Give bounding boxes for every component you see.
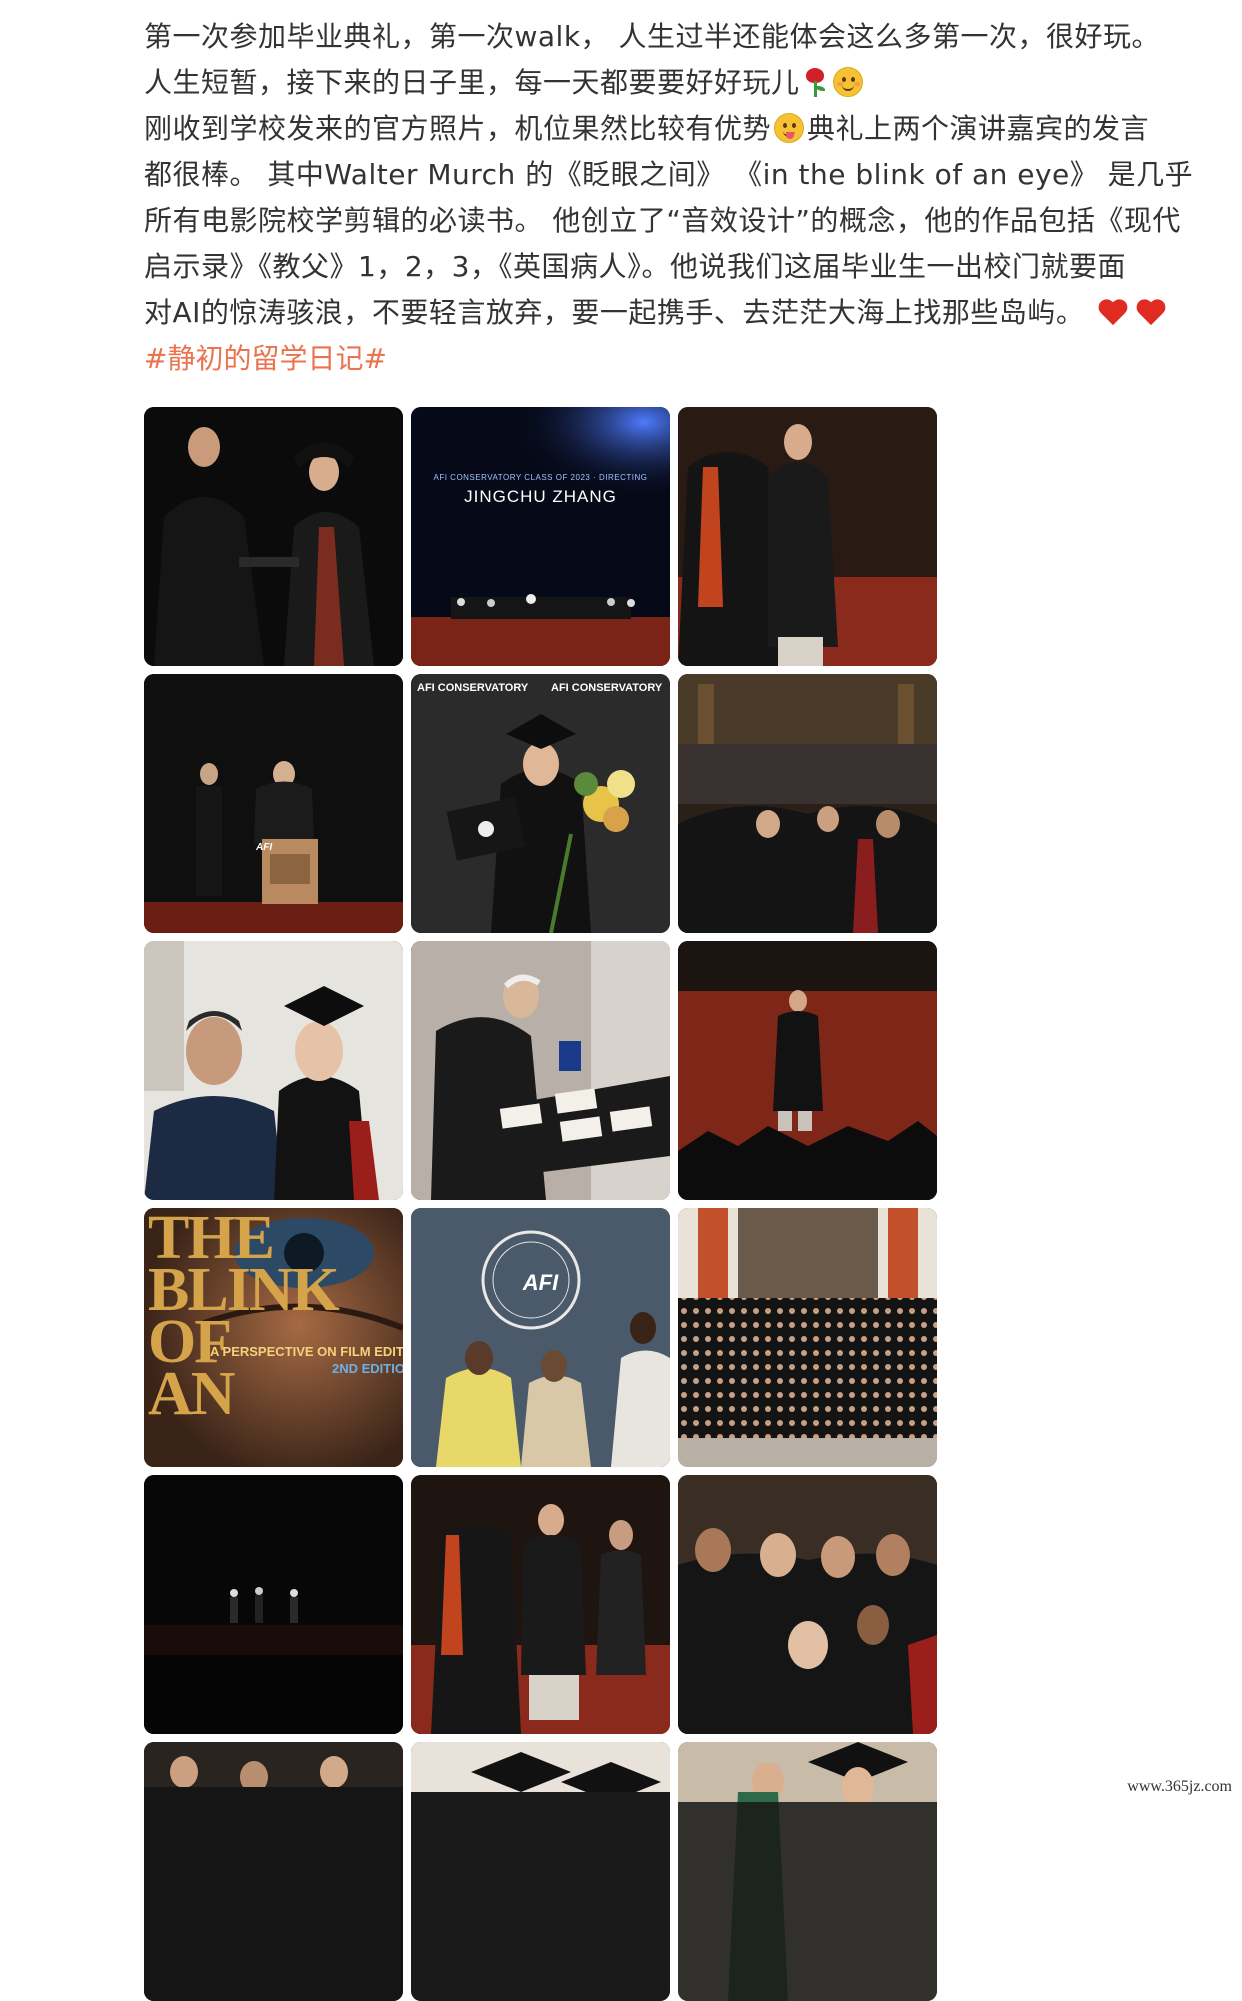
photo-hooding[interactable] [678, 407, 937, 666]
post-line-2-text: 人生短暂，接下来的日子里，每一天都要要好好玩儿 [144, 66, 800, 99]
photo-name-on-screen[interactable]: AFI CONSERVATORY CLASS OF 2023 · DIRECTI… [411, 407, 670, 666]
photo-caps-outdoor[interactable] [678, 1742, 937, 2001]
weibo-post: 第一次参加毕业典礼，第一次walk， 人生过半还能体会这么多第一次，很好玩。 人… [144, 14, 1204, 382]
photo-walking-carpet[interactable] [678, 941, 937, 1200]
photo-selfie-with-guest[interactable] [144, 941, 403, 1200]
post-line-6: 启示录》《教父》1，2，3，《英国病人》。他说我们这届毕业生一出校门就要面 [144, 250, 1126, 283]
smiling-face-emoji-icon [832, 67, 863, 97]
photo-signing-table[interactable] [411, 941, 670, 1200]
podium-afi-logo: AFI [256, 842, 273, 853]
backdrop-label-2: AFI CONSERVATORY [551, 682, 663, 694]
post-line-1: 第一次参加毕业典礼，第一次walk， 人生过半还能体会这么多第一次，很好玩。 [144, 20, 1160, 53]
book-title: THE BLINK OF AN [148, 1208, 340, 1428]
photo-hooding-stage[interactable] [411, 1475, 670, 1734]
tongue-face-emoji-icon [774, 113, 805, 143]
photo-classmates-group[interactable] [678, 1475, 937, 1734]
photo-afi-seal-friends[interactable]: AFI [411, 1208, 670, 1467]
post-line-5: 所有电影院校学剪辑的必读书。 他创立了“音效设计”的概念，他的作品包括《现代 [144, 204, 1181, 237]
post-line-3a-text: 刚收到学校发来的官方照片，机位果然比较有优势 [144, 112, 772, 145]
photo-dark-stage[interactable] [144, 1475, 403, 1734]
screen-subtitle: AFI CONSERVATORY CLASS OF 2023 · DIRECTI… [433, 473, 648, 482]
heart-emoji-icon [1135, 297, 1167, 327]
book-edition: 2ND EDITION [332, 1361, 403, 1376]
post-line-4: 都很棒。 其中Walter Murch 的《眨眼之间》 《in the blin… [144, 158, 1194, 191]
photo-grid: AFI CONSERVATORY CLASS OF 2023 · DIRECTI… [144, 407, 949, 2001]
post-line-7: 对AI的惊涛骇浪，不要轻言放弃，要一起携手、去茫茫大海上找那些岛屿。 [144, 290, 1204, 336]
hashtag-link[interactable]: #静初的留学日记# [144, 336, 1204, 382]
post-line-3: 刚收到学校发来的官方照片，机位果然比较有优势 典礼上两个演讲嘉宾的发言 [144, 106, 1204, 152]
photo-class-group[interactable] [678, 1208, 937, 1467]
photo-backdrop-flowers[interactable]: AFI CONSERVATORY AFI CONSERVATORY [411, 674, 670, 933]
post-line-7-text: 对AI的惊涛骇浪，不要轻言放弃，要一起携手、去茫茫大海上找那些岛屿。 [144, 296, 1085, 329]
afi-seal-logo: AFI [522, 1270, 559, 1295]
photo-caps-crowd[interactable] [411, 1742, 670, 2001]
photo-audience-gowns[interactable] [678, 674, 937, 933]
heart-emoji-icon [1097, 297, 1129, 327]
site-watermark: www.365jz.com [1123, 1778, 1236, 1796]
photo-podium-speech[interactable]: AFI [144, 674, 403, 933]
rose-emoji-icon [803, 67, 827, 97]
screen-name: JINGCHU ZHANG [464, 487, 617, 506]
photo-book-cover[interactable]: THE BLINK OF AN A PERSPECTIVE ON FILM ED… [144, 1208, 403, 1467]
post-line-2: 人生短暂，接下来的日子里，每一天都要要好好玩儿 [144, 60, 1204, 106]
post-body: 第一次参加毕业典礼，第一次walk， 人生过半还能体会这么多第一次，很好玩。 人… [144, 14, 1204, 336]
post-line-3b-text: 典礼上两个演讲嘉宾的发言 [807, 112, 1150, 145]
book-subtitle: A PERSPECTIVE ON FILM EDITING [210, 1344, 403, 1359]
backdrop-label-1: AFI CONSERVATORY [417, 682, 529, 694]
photo-audience-rows[interactable] [144, 1742, 403, 2001]
photo-diploma-handover[interactable] [144, 407, 403, 666]
